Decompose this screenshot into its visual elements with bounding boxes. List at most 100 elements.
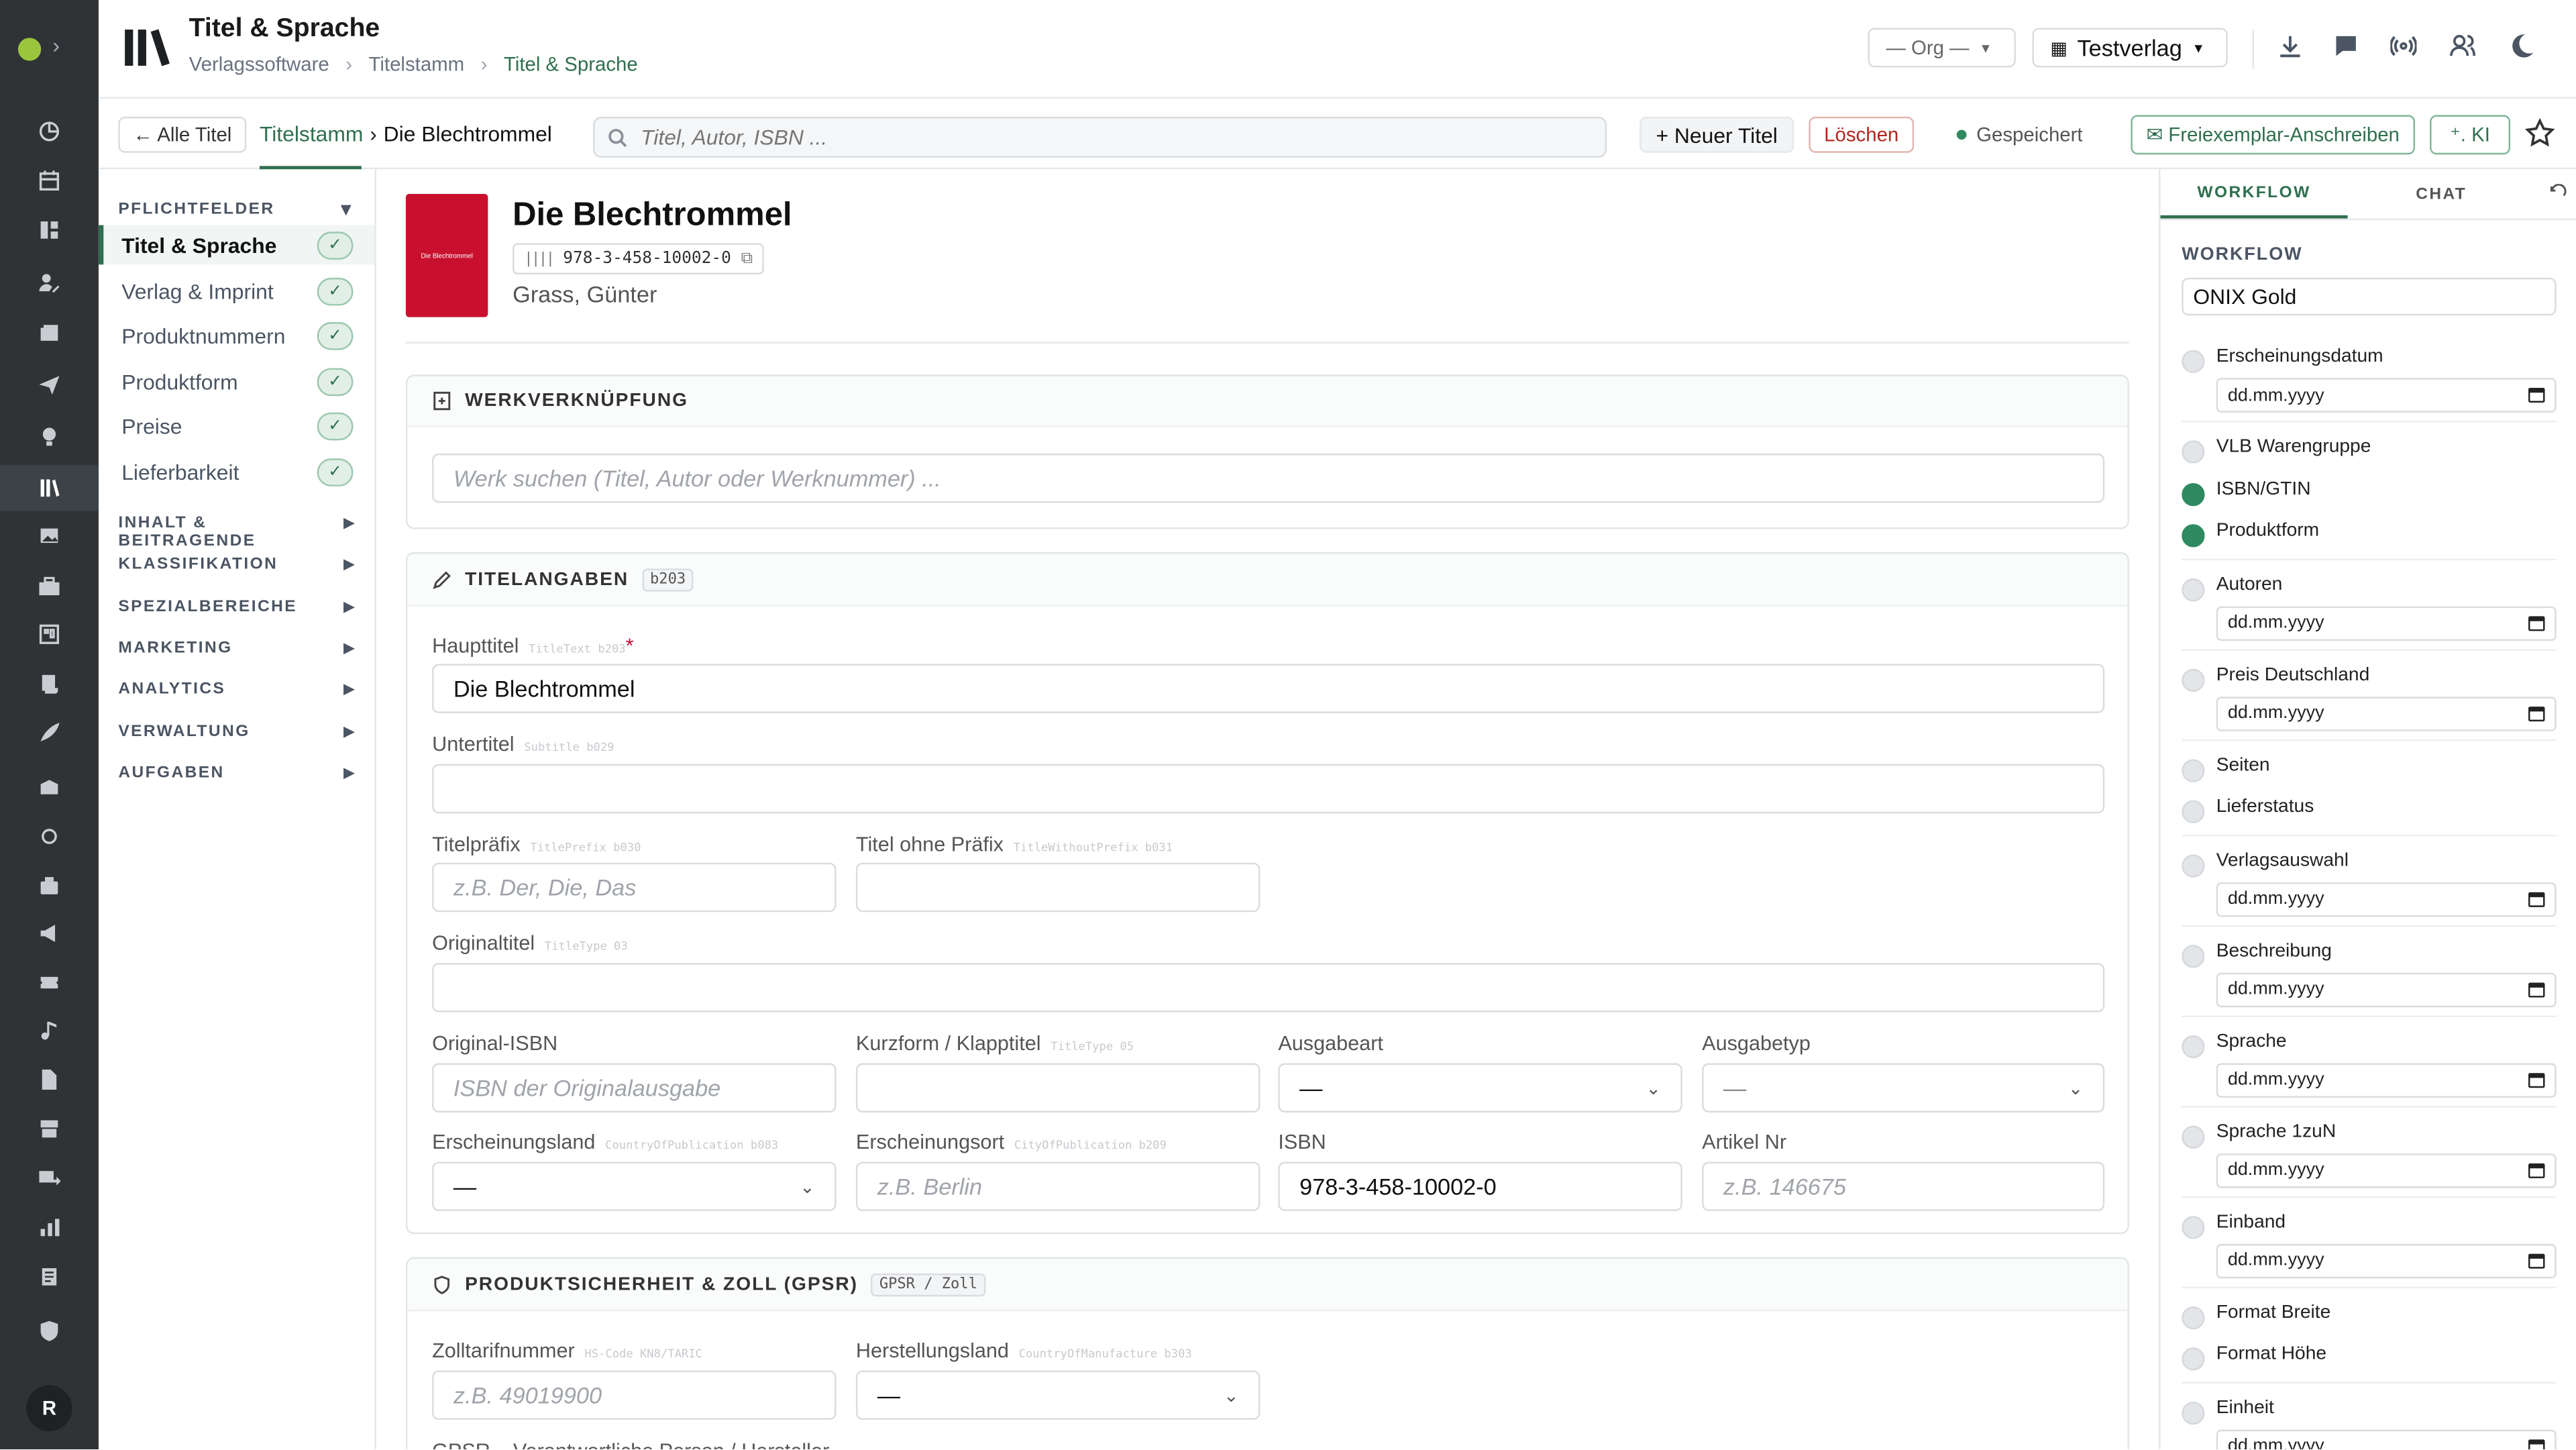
calendar-icon[interactable] [2528, 1439, 2545, 1450]
archive-icon[interactable] [36, 774, 62, 800]
file-icon[interactable] [36, 1066, 62, 1092]
nav-item-titel-sprache[interactable]: Titel & Sprache ✓ [98, 225, 375, 265]
date-input[interactable]: dd.mm.yyyy [2216, 1152, 2557, 1188]
nav-item-lieferbarkeit[interactable]: Lieferbarkeit ✓ [99, 452, 374, 491]
board-icon[interactable] [36, 621, 62, 648]
users-icon[interactable] [2448, 32, 2477, 61]
calendar-icon[interactable] [2528, 1162, 2545, 1178]
broadcast-icon[interactable] [2389, 32, 2418, 61]
dark-mode-icon[interactable] [2507, 32, 2536, 61]
artikel-input[interactable]: z.B. 146675 [1702, 1161, 2105, 1211]
section-analytics[interactable]: ANALYTICS ▶ [118, 680, 356, 698]
ohnepraefix-input[interactable] [855, 862, 1260, 913]
expand-rail-icon[interactable]: › [52, 33, 60, 58]
werk-search-input[interactable]: Werk suchen (Titel, Autor oder Werknumme… [432, 453, 2105, 503]
scroll-icon[interactable] [36, 670, 62, 696]
workflow-select[interactable]: ONIX Gold [2182, 277, 2557, 316]
shield-icon[interactable] [36, 1318, 62, 1344]
date-input[interactable]: dd.mm.yyyy [2216, 881, 2557, 917]
lightbulb-icon[interactable] [36, 424, 62, 450]
briefcase-icon[interactable] [36, 574, 62, 600]
section-klassifikation[interactable]: KLASSIFIKATION ▶ [118, 556, 356, 574]
ki-button[interactable]: ⁺. KI [2430, 115, 2511, 155]
land-select[interactable]: — ⌄ [432, 1161, 837, 1211]
comment-icon[interactable] [2331, 32, 2361, 61]
calendar-icon[interactable] [2528, 1072, 2545, 1088]
ausgabetyp-select[interactable]: — ⌄ [1702, 1063, 2105, 1112]
nav-item-preise[interactable]: Preise ✓ [99, 406, 374, 446]
section-marketing[interactable]: MARKETING ▶ [118, 639, 356, 658]
section-aufgaben[interactable]: AUFGABEN ▶ [118, 764, 356, 782]
date-input[interactable]: dd.mm.yyyy [2216, 1062, 2557, 1097]
calendar-icon[interactable] [2528, 891, 2545, 907]
megaphone-icon[interactable] [36, 920, 62, 946]
section-verwaltung[interactable]: VERWALTUNG ▶ [118, 723, 356, 741]
quill-icon[interactable] [36, 720, 62, 746]
date-input[interactable]: dd.mm.yyyy [2216, 378, 2557, 413]
date-input[interactable]: dd.mm.yyyy [2216, 1429, 2557, 1450]
ticket-icon[interactable] [36, 970, 62, 996]
zoll-input[interactable]: z.B. 49019900 [432, 1370, 837, 1420]
section-inhalt[interactable]: INHALT & BEITRAGENDE ▶ [118, 515, 356, 551]
herst-select[interactable]: — ⌄ [855, 1370, 1260, 1420]
case-icon[interactable] [36, 872, 62, 898]
date-input[interactable]: dd.mm.yyyy [2216, 1243, 2557, 1278]
music-icon[interactable] [36, 1017, 62, 1043]
calendar-icon[interactable] [2528, 387, 2545, 403]
tab-chat[interactable]: CHAT [2348, 169, 2535, 218]
transfer-icon[interactable] [36, 1165, 62, 1191]
verlag-select[interactable]: ▦ Testverlag ▼ [2032, 28, 2228, 68]
calendar-icon[interactable] [2528, 615, 2545, 631]
copy-icon[interactable]: ⧉ [741, 250, 753, 268]
store-icon[interactable] [36, 1116, 62, 1142]
document-icon[interactable] [36, 1263, 62, 1290]
send-icon[interactable] [36, 371, 62, 397]
isbn-input[interactable]: 978-3-458-10002-0 [1278, 1161, 1682, 1211]
back-button[interactable]: ← Alle Titel [118, 116, 247, 153]
nav-item-produktform[interactable]: Produktform ✓ [99, 362, 374, 401]
user-edit-icon[interactable] [36, 270, 62, 296]
ort-input[interactable]: z.B. Berlin [855, 1161, 1260, 1211]
section-spezialbereiche[interactable]: SPEZIALBEREICHE ▶ [118, 598, 356, 616]
breadcrumb-item[interactable]: Verlagssoftware [189, 52, 329, 75]
ausgabeart-select[interactable]: — ⌄ [1278, 1063, 1682, 1112]
user-avatar[interactable]: R [26, 1385, 72, 1432]
search-input[interactable] [641, 125, 1561, 150]
brand-logo-icon[interactable] [17, 38, 42, 61]
dashboard-icon[interactable] [36, 118, 62, 144]
chart-icon[interactable] [36, 1214, 62, 1241]
titelstamm-link[interactable]: Titelstamm [260, 121, 363, 146]
originaltitel-input[interactable] [432, 963, 2105, 1013]
download-icon[interactable] [2275, 32, 2305, 61]
kurzform-input[interactable] [855, 1063, 1260, 1112]
untertitel-input[interactable] [432, 764, 2105, 814]
calendar-icon[interactable] [2528, 982, 2545, 997]
book-cover[interactable]: Die Blechtrommel [405, 193, 488, 317]
date-input[interactable]: dd.mm.yyyy [2216, 972, 2557, 1007]
org-select[interactable]: — Org — ▼ [1868, 28, 2016, 68]
new-title-button[interactable]: + Neuer Titel [1640, 116, 1794, 153]
freiexemplar-button[interactable]: ✉ Freiexemplar-Anschreiben [2131, 115, 2416, 155]
titles-icon[interactable] [0, 465, 99, 511]
nav-item-produktnummern[interactable]: Produktnummern ✓ [99, 315, 374, 355]
calendar-icon[interactable] [2528, 705, 2545, 721]
image-icon[interactable] [36, 523, 62, 549]
section-pflichtfelder[interactable]: PFLICHTFELDER ▼ [118, 201, 356, 220]
grid-icon[interactable] [36, 217, 62, 243]
star-icon[interactable] [2525, 118, 2555, 148]
calendar-icon[interactable] [2528, 1253, 2545, 1268]
date-input[interactable]: dd.mm.yyyy [2216, 605, 2557, 640]
nav-item-verlag-imprint[interactable]: Verlag & Imprint ✓ [99, 271, 374, 311]
circle-icon[interactable] [36, 823, 62, 849]
titelpraefix-input[interactable]: z.B. Der, Die, Das [432, 862, 837, 913]
haupttitel-input[interactable]: Die Blechtrommel [432, 664, 2105, 713]
refresh-icon[interactable] [2548, 184, 2567, 203]
date-input[interactable]: dd.mm.yyyy [2216, 696, 2557, 731]
title-search[interactable] [593, 116, 1607, 158]
calendar-icon[interactable] [36, 168, 62, 194]
delete-button[interactable]: Löschen [1809, 116, 1915, 153]
tab-workflow[interactable]: WORKFLOW [2160, 169, 2348, 219]
inbox-icon[interactable] [36, 321, 62, 347]
breadcrumb-item[interactable]: Titelstamm [369, 52, 465, 75]
origisbn-input[interactable]: ISBN der Originalausgabe [432, 1063, 837, 1112]
